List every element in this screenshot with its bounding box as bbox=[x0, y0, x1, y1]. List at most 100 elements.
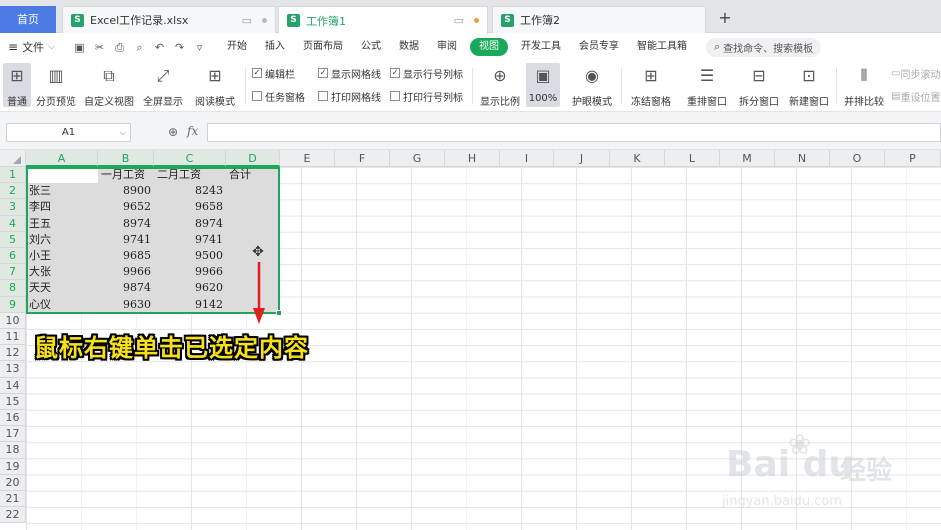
row-header-6[interactable]: 6 bbox=[0, 248, 26, 265]
column-header-d[interactable]: D bbox=[226, 150, 280, 167]
column-header-j[interactable]: J bbox=[554, 150, 610, 167]
row-header-21[interactable]: 21 bbox=[0, 491, 26, 508]
monitor-icon[interactable]: ▭ bbox=[242, 14, 252, 27]
file-menu[interactable]: ≡ 文件 ⌵ bbox=[0, 39, 72, 55]
row-header-11[interactable]: 11 bbox=[0, 329, 26, 346]
row-header-14[interactable]: 14 bbox=[0, 377, 26, 394]
row-header-17[interactable]: 17 bbox=[0, 426, 26, 443]
menu-item-member[interactable]: 会员专享 bbox=[570, 38, 628, 56]
cell[interactable]: 9685 bbox=[98, 248, 154, 264]
row-header-18[interactable]: 18 bbox=[0, 442, 26, 459]
row-header-1[interactable]: 1 bbox=[0, 167, 26, 184]
cell[interactable]: 8900 bbox=[98, 183, 154, 199]
cell[interactable]: 8243 bbox=[154, 183, 226, 199]
select-all-corner[interactable] bbox=[0, 150, 26, 167]
cell[interactable]: 9741 bbox=[98, 232, 154, 248]
reset-position-toggle[interactable]: ▤ 重设位置 bbox=[891, 89, 940, 104]
cell[interactable]: 天天 bbox=[26, 280, 98, 296]
cell[interactable]: 张三 bbox=[26, 183, 98, 199]
fullscreen-button[interactable]: ⤢ 全屏显示 bbox=[141, 63, 185, 108]
row-header-9[interactable]: 9 bbox=[0, 296, 26, 313]
undo-icon[interactable]: ↶ bbox=[152, 40, 167, 55]
cell[interactable]: 9630 bbox=[98, 297, 154, 313]
sync-scroll-toggle[interactable]: ▭ 同步滚动 bbox=[891, 66, 940, 81]
arrange-windows-button[interactable]: ☰ 重排窗口 bbox=[682, 63, 732, 108]
cell[interactable]: 9966 bbox=[98, 264, 154, 280]
formula-bar-toggle[interactable]: ✓ 编辑栏 bbox=[252, 66, 305, 81]
cell[interactable]: 9620 bbox=[154, 280, 226, 296]
menu-item-review[interactable]: 审阅 bbox=[428, 38, 466, 56]
new-window-button[interactable]: ⊡ 新建窗口 bbox=[786, 63, 832, 108]
print-headings-toggle[interactable]: 打印行号列标 bbox=[390, 89, 463, 104]
menu-item-insert[interactable]: 插入 bbox=[256, 38, 294, 56]
zoom-icon[interactable]: ⊕ bbox=[168, 125, 178, 139]
add-tab-button[interactable]: + bbox=[716, 8, 734, 28]
menu-item-smart-toolbox[interactable]: 智能工具箱 bbox=[628, 38, 696, 56]
menu-item-formulas[interactable]: 公式 bbox=[352, 38, 390, 56]
print-preview-icon[interactable]: ⌕ bbox=[132, 40, 147, 55]
cell[interactable]: 刘六 bbox=[26, 232, 98, 248]
row-header-7[interactable]: 7 bbox=[0, 264, 26, 281]
column-header-k[interactable]: K bbox=[610, 150, 665, 167]
row-header-12[interactable]: 12 bbox=[0, 345, 26, 362]
split-window-button[interactable]: ⊟ 拆分窗口 bbox=[736, 63, 782, 108]
cell[interactable]: 9658 bbox=[154, 199, 226, 215]
tab-file-3[interactable]: S 工作簿2 bbox=[492, 6, 706, 33]
formula-input[interactable] bbox=[207, 123, 941, 142]
row-header-22[interactable]: 22 bbox=[0, 507, 26, 524]
tab-home[interactable]: 首页 bbox=[0, 6, 56, 33]
menu-item-data[interactable]: 数据 bbox=[390, 38, 428, 56]
row-header-19[interactable]: 19 bbox=[0, 458, 26, 475]
tab-file-1[interactable]: S Excel工作记录.xlsx ▭ bbox=[62, 6, 276, 33]
cell[interactable]: 大张 bbox=[26, 264, 98, 280]
column-header-h[interactable]: H bbox=[445, 150, 500, 167]
cell[interactable]: 一月工资 bbox=[98, 167, 154, 183]
cell[interactable]: 9500 bbox=[154, 248, 226, 264]
column-header-e[interactable]: E bbox=[280, 150, 335, 167]
cell[interactable]: 8974 bbox=[98, 216, 154, 232]
cell[interactable]: 9741 bbox=[154, 232, 226, 248]
column-header-i[interactable]: I bbox=[500, 150, 554, 167]
cell[interactable]: 小王 bbox=[26, 248, 98, 264]
page-break-preview-button[interactable]: ▥ 分页预览 bbox=[34, 63, 78, 108]
name-box[interactable]: A1 ⌵ bbox=[6, 123, 131, 142]
redo-icon[interactable]: ↷ bbox=[172, 40, 187, 55]
cut-icon[interactable]: ✂ bbox=[92, 40, 107, 55]
row-header-15[interactable]: 15 bbox=[0, 393, 26, 410]
cell[interactable]: 9874 bbox=[98, 280, 154, 296]
row-header-20[interactable]: 20 bbox=[0, 474, 26, 491]
row-header-16[interactable]: 16 bbox=[0, 410, 26, 427]
fill-handle[interactable] bbox=[276, 310, 282, 316]
column-header-m[interactable]: M bbox=[720, 150, 775, 167]
menu-item-home[interactable]: 开始 bbox=[218, 38, 256, 56]
menu-item-view[interactable]: 视图 bbox=[470, 38, 508, 56]
column-header-b[interactable]: B bbox=[98, 150, 154, 167]
cell[interactable]: 二月工资 bbox=[154, 167, 226, 183]
row-header-10[interactable]: 10 bbox=[0, 312, 26, 329]
cell[interactable]: 9652 bbox=[98, 199, 154, 215]
cell[interactable]: 合计 bbox=[226, 167, 280, 183]
menu-item-page-layout[interactable]: 页面布局 bbox=[294, 38, 352, 56]
task-pane-toggle[interactable]: 任务窗格 bbox=[252, 89, 305, 104]
chevron-down-icon[interactable]: ⌵ bbox=[120, 124, 126, 141]
menu-item-developer[interactable]: 开发工具 bbox=[512, 38, 570, 56]
row-header-5[interactable]: 5 bbox=[0, 231, 26, 248]
column-header-l[interactable]: L bbox=[665, 150, 720, 167]
column-header-g[interactable]: G bbox=[390, 150, 445, 167]
monitor-icon[interactable]: ▭ bbox=[454, 14, 464, 27]
row-header-3[interactable]: 3 bbox=[0, 199, 26, 216]
side-by-side-button[interactable]: ⫴ 并排比较 bbox=[841, 63, 887, 108]
print-gridlines-toggle[interactable]: 打印网格线 bbox=[318, 89, 381, 104]
row-header-13[interactable]: 13 bbox=[0, 361, 26, 378]
custom-view-button[interactable]: ⧉ 自定义视图 bbox=[82, 63, 136, 108]
command-search[interactable]: ⌕ 查找命令、搜索模板 bbox=[706, 37, 822, 57]
reading-mode-button[interactable]: ⊞ 阅读模式 bbox=[190, 63, 240, 108]
active-cell[interactable] bbox=[28, 169, 98, 183]
eye-protection-button[interactable]: ◉ 护眼模式 bbox=[568, 63, 616, 108]
row-header-2[interactable]: 2 bbox=[0, 183, 26, 200]
more-icon[interactable]: ▿ bbox=[192, 40, 207, 55]
function-icon[interactable]: fx bbox=[187, 124, 198, 138]
row-header-8[interactable]: 8 bbox=[0, 280, 26, 297]
column-header-a[interactable]: A bbox=[26, 150, 98, 167]
tab-file-2[interactable]: S 工作簿1 ▭ bbox=[278, 6, 488, 34]
